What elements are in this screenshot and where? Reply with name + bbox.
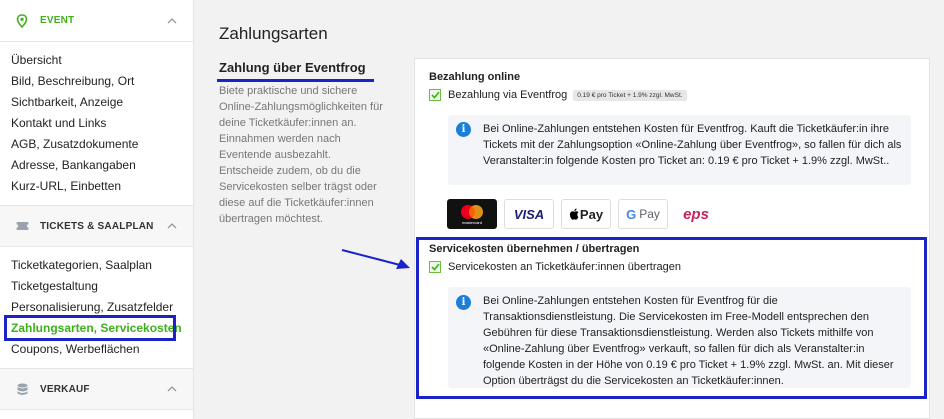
online-payment-checkbox-label: Bezahlung via Eventfrog	[448, 89, 568, 101]
annotation-highlight-box	[4, 315, 176, 341]
section-verkauf-title: VERKAUF	[40, 383, 90, 395]
sidebar-item-ticketkategorien[interactable]: Ticketkategorien, Saalplan	[0, 255, 193, 276]
sidebar-item-agb[interactable]: AGB, Zusatzdokumente	[0, 134, 193, 155]
online-payment-checkbox[interactable]	[429, 89, 441, 101]
event-nav-list: Übersicht Bild, Beschreibung, Ort Sichtb…	[0, 42, 193, 205]
annotation-highlight-box	[416, 237, 927, 399]
online-info-text: Bei Online-Zahlungen entstehen Kosten fü…	[483, 123, 902, 167]
chevron-up-icon[interactable]	[165, 219, 179, 233]
chevron-up-icon[interactable]	[165, 382, 179, 396]
payment-logos: mastercard VISA Pay G Pay eps	[447, 199, 717, 229]
annotation-underline	[217, 79, 374, 82]
section-event-title: EVENT	[40, 15, 75, 26]
eps-icon: eps	[675, 199, 717, 229]
sidebar-item-bild[interactable]: Bild, Beschreibung, Ort	[0, 71, 193, 92]
sidebar-item-kurz-url[interactable]: Kurz-URL, Einbetten	[0, 176, 193, 197]
info-icon: i	[456, 122, 471, 137]
section-tickets-header[interactable]: TICKETS & SAALPLAN	[0, 205, 193, 247]
price-badge: 0.19 € pro Ticket + 1.9% zzgl. MwSt.	[573, 89, 687, 101]
section-tickets-title: TICKETS & SAALPLAN	[40, 220, 154, 232]
page-title: Zahlungsarten	[219, 24, 328, 43]
google-pay-icon: G Pay	[618, 199, 668, 229]
sidebar-item-uebersicht[interactable]: Übersicht	[0, 50, 193, 71]
section-description: Biete praktische und sichere Online-Zahl…	[219, 85, 383, 225]
chevron-up-icon[interactable]	[165, 14, 179, 28]
mastercard-icon: mastercard	[447, 199, 497, 229]
sidebar: EVENT Übersicht Bild, Beschreibung, Ort …	[0, 0, 194, 419]
section-title: Zahlung über Eventfrog	[219, 60, 366, 75]
apple-pay-icon: Pay	[561, 199, 611, 229]
online-payment-label: Bezahlung online	[429, 71, 521, 83]
visa-icon: VISA	[504, 199, 554, 229]
sidebar-item-kontakt[interactable]: Kontakt und Links	[0, 113, 193, 134]
sidebar-item-adresse[interactable]: Adresse, Bankangaben	[0, 155, 193, 176]
sidebar-item-ticketgestaltung[interactable]: Ticketgestaltung	[0, 276, 193, 297]
annotation-arrow-icon	[341, 249, 410, 269]
sidebar-item-coupons[interactable]: Coupons, Werbeflächen	[0, 339, 193, 360]
ticket-icon	[14, 218, 30, 234]
database-icon	[14, 381, 30, 397]
tickets-nav-list: Ticketkategorien, Saalplan Ticketgestalt…	[0, 247, 193, 368]
online-payment-row: Bezahlung via Eventfrog 0.19 € pro Ticke…	[429, 89, 687, 101]
location-pin-icon	[14, 13, 30, 29]
sidebar-item-sichtbarkeit[interactable]: Sichtbarkeit, Anzeige	[0, 92, 193, 113]
section-event-header[interactable]: EVENT	[0, 0, 193, 42]
section-verkauf-header[interactable]: VERKAUF	[0, 368, 193, 410]
